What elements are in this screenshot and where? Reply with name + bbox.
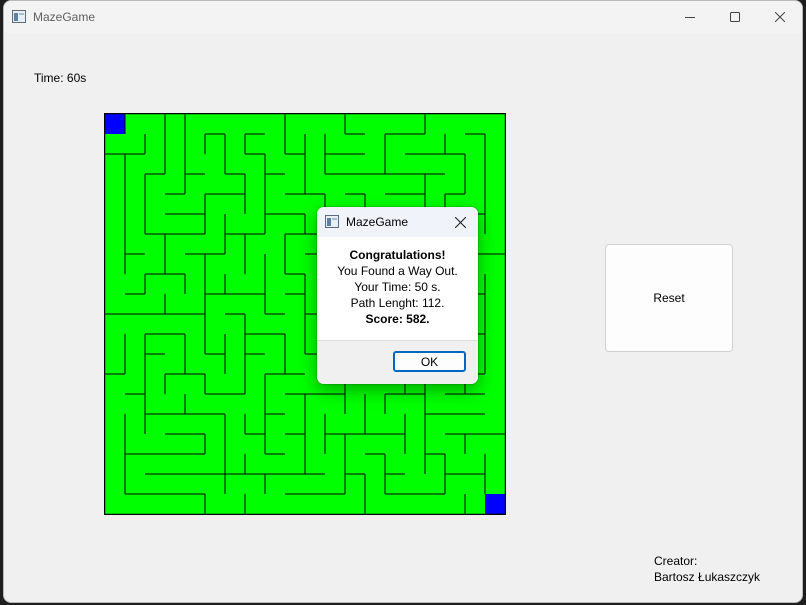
minimize-icon [685, 17, 695, 18]
dialog-close-button[interactable] [449, 212, 471, 232]
dialog-line-heading: Congratulations! [349, 248, 446, 262]
result-dialog: MazeGame Congratulations! You Found a Wa… [317, 207, 478, 384]
timer-label: Time: 60s [34, 71, 87, 85]
ok-button[interactable]: OK [393, 351, 466, 372]
dialog-line-score: Score: 582. [365, 312, 430, 326]
creator-credit: Creator: Bartosz Łukaszczyk [654, 553, 760, 585]
creator-heading: Creator: [654, 554, 698, 568]
window-app-icon [12, 10, 26, 28]
dialog-app-icon [325, 215, 339, 233]
close-icon [454, 216, 466, 228]
maximize-button[interactable] [712, 1, 758, 33]
dialog-title: MazeGame [346, 215, 409, 229]
dialog-line-time: Your Time: 50 s. [354, 280, 441, 294]
reset-button[interactable]: Reset [605, 244, 733, 352]
dialog-message: Congratulations! You Found a Way Out. Yo… [317, 247, 478, 327]
minimize-button[interactable] [667, 1, 713, 33]
creator-name: Bartosz Łukaszczyk [654, 570, 761, 584]
dialog-footer: OK [317, 340, 478, 384]
title-bar[interactable]: MazeGame [4, 1, 802, 33]
dialog-line-path: Path Lenght: 112. [350, 296, 445, 310]
maze-exit-cell [485, 494, 505, 514]
window-title: MazeGame [33, 10, 96, 24]
close-icon [775, 12, 785, 22]
main-window: MazeGame Time: 60s Reset Creator: Bartos… [3, 0, 803, 603]
maximize-icon [730, 12, 740, 22]
dialog-title-bar[interactable]: MazeGame [317, 207, 478, 237]
maze-start-cell [105, 114, 125, 134]
close-button[interactable] [757, 1, 802, 33]
dialog-line-found: You Found a Way Out. [337, 264, 458, 278]
